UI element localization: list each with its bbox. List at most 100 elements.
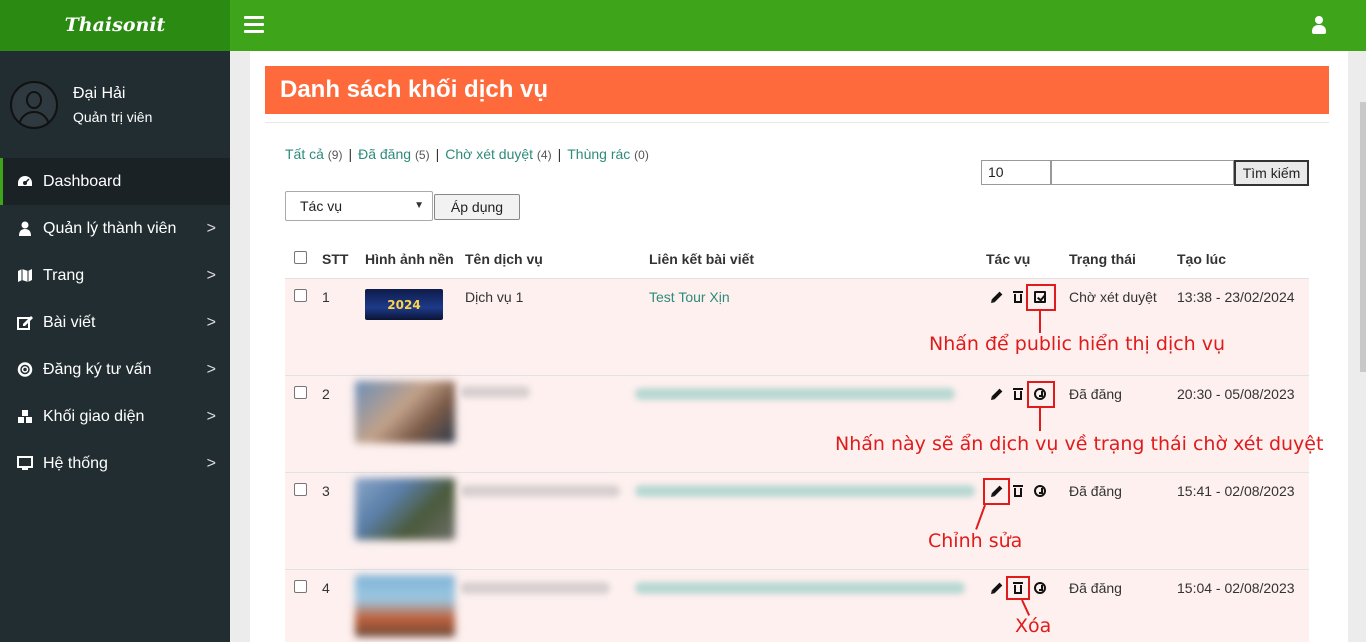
sidebar-item-label: Khối giao diện [43,408,145,425]
row-stt: 2 [322,386,330,402]
created-at: 15:41 - 02/08/2023 [1177,483,1295,499]
sidebar-item-label: Dashboard [43,173,122,190]
pencil-icon[interactable] [988,290,1005,307]
sidebar-item-label: Trang [43,267,85,284]
sidebar-item-label: Bài viết [43,314,96,331]
annotation-pointer [1039,311,1041,333]
row-checkbox[interactable] [294,483,307,496]
chevron-right-icon: > [206,361,216,378]
col-name: Tên dịch vụ [465,251,543,267]
cubes-icon [18,410,32,423]
col-actions: Tác vụ [986,251,1031,267]
service-thumbnail [355,381,455,443]
col-link: Liên kết bài viết [649,251,755,267]
row-checkbox[interactable] [294,386,307,399]
avatar [10,81,58,129]
bars-icon[interactable] [244,16,264,34]
filter-all[interactable]: Tất cả (9) [285,146,342,162]
table-row: 2 Đã đăng 20:30 - 05/08/2023 [285,376,1309,473]
sidebar-item-members[interactable]: Quản lý thành viên > [0,205,230,252]
desktop-icon [17,456,33,470]
chevron-down-icon: ▼ [414,200,424,211]
col-status: Trạng thái [1069,251,1136,267]
profile-role: Quản trị viên [73,109,153,125]
sidebar-item-label: Quản lý thành viên [43,220,177,237]
edit-highlight [983,478,1010,505]
table-row: 1 2024 Dịch vụ 1 Test Tour Xịn Chờ xét d… [285,279,1309,376]
per-page-input[interactable]: 10 [981,160,1051,185]
user-profile: Đại Hải Quản trị viên [0,51,230,158]
clock-icon[interactable] [1034,485,1046,497]
trash-icon[interactable] [1012,291,1024,303]
search-input[interactable] [1051,160,1234,185]
created-at: 20:30 - 05/08/2023 [1177,386,1295,402]
sidebar: Đại Hải Quản trị viên Dashboard Quản lý … [0,51,230,642]
col-created: Tạo lúc [1177,251,1227,267]
created-at: 13:38 - 23/02/2024 [1177,289,1295,305]
post-link[interactable] [635,485,975,497]
filter-published[interactable]: Đã đăng (5) [358,146,430,162]
pencil-icon[interactable] [988,581,1005,598]
status-text: Đã đăng [1069,580,1122,596]
page-title: Danh sách khối dịch vụ [265,66,1329,114]
search-button[interactable]: Tìm kiếm [1234,160,1309,186]
brand-logo[interactable]: Thaisonit [0,0,230,51]
service-name [460,386,530,398]
col-stt: STT [322,251,349,267]
sidebar-item-dashboard[interactable]: Dashboard [0,158,230,205]
profile-name: Đại Hải [73,85,126,102]
annotation-publish: Nhấn để public hiển thị dịch vụ [929,333,1226,355]
post-link[interactable] [635,582,965,594]
row-stt: 4 [322,580,330,596]
sidebar-item-posts[interactable]: Bài viết > [0,299,230,346]
sidebar-item-label: Đăng ký tư vấn [43,361,152,378]
lifebuoy-icon [17,362,33,377]
col-image: Hình ảnh nền [365,251,454,267]
sidebar-item-pages[interactable]: Trang > [0,252,230,299]
status-text: Đã đăng [1069,386,1122,402]
chevron-right-icon: > [206,455,216,472]
status-filters: Tất cả (9) | Đã đăng (5) | Chờ xét duyệt (4)… [285,146,649,162]
annotation-unpublish: Nhấn này sẽ ẩn dịch vụ về trạng thái chờ… [835,433,1324,455]
delete-highlight [1006,576,1030,600]
user-icon[interactable] [1312,16,1326,34]
annotation-edit: Chỉnh sửa [928,530,1023,552]
row-stt: 3 [322,483,330,499]
row-stt: 1 [322,289,330,305]
post-link[interactable]: Test Tour Xịn [649,289,730,305]
service-name: Dịch vụ 1 [465,289,524,305]
service-name [460,485,620,497]
sidebar-item-blocks[interactable]: Khối giao diện > [0,393,230,440]
apply-button[interactable]: Áp dụng [434,194,520,220]
filter-pending[interactable]: Chờ xét duyệt (4) [445,146,551,162]
user-icon [19,221,31,236]
filter-trash[interactable]: Thùng rác (0) [567,146,649,162]
service-thumbnail [355,575,455,637]
clock-icon[interactable] [1034,582,1046,594]
chevron-right-icon: > [206,220,216,237]
annotation-delete: Xóa [1015,615,1052,637]
trash-icon[interactable] [1012,485,1024,497]
service-thumbnail: 2024 [365,289,443,320]
service-thumbnail [355,478,455,540]
table-header: STT Hình ảnh nền Tên dịch vụ Liên kết bà… [285,239,1309,279]
created-at: 15:04 - 02/08/2023 [1177,580,1295,596]
scrollbar[interactable] [1360,102,1366,372]
post-link[interactable] [635,388,955,400]
unpublish-highlight [1027,381,1055,408]
sidebar-item-consulting[interactable]: Đăng ký tư vấn > [0,346,230,393]
pencil-icon[interactable] [988,387,1005,404]
row-checkbox[interactable] [294,580,307,593]
service-name [460,582,610,594]
bulk-action-select[interactable]: Tác vụ ▼ [285,191,433,221]
publish-highlight [1026,284,1056,311]
divider [265,122,1329,123]
chevron-right-icon: > [206,408,216,425]
table-row: 4 Đã đăng 15:04 - 02/08/2023 [285,570,1309,642]
status-text: Đã đăng [1069,483,1122,499]
row-checkbox[interactable] [294,289,307,302]
chevron-right-icon: > [206,267,216,284]
trash-icon[interactable] [1012,388,1024,400]
select-all-checkbox[interactable] [294,251,307,264]
sidebar-item-system[interactable]: Hệ thống > [0,440,230,487]
